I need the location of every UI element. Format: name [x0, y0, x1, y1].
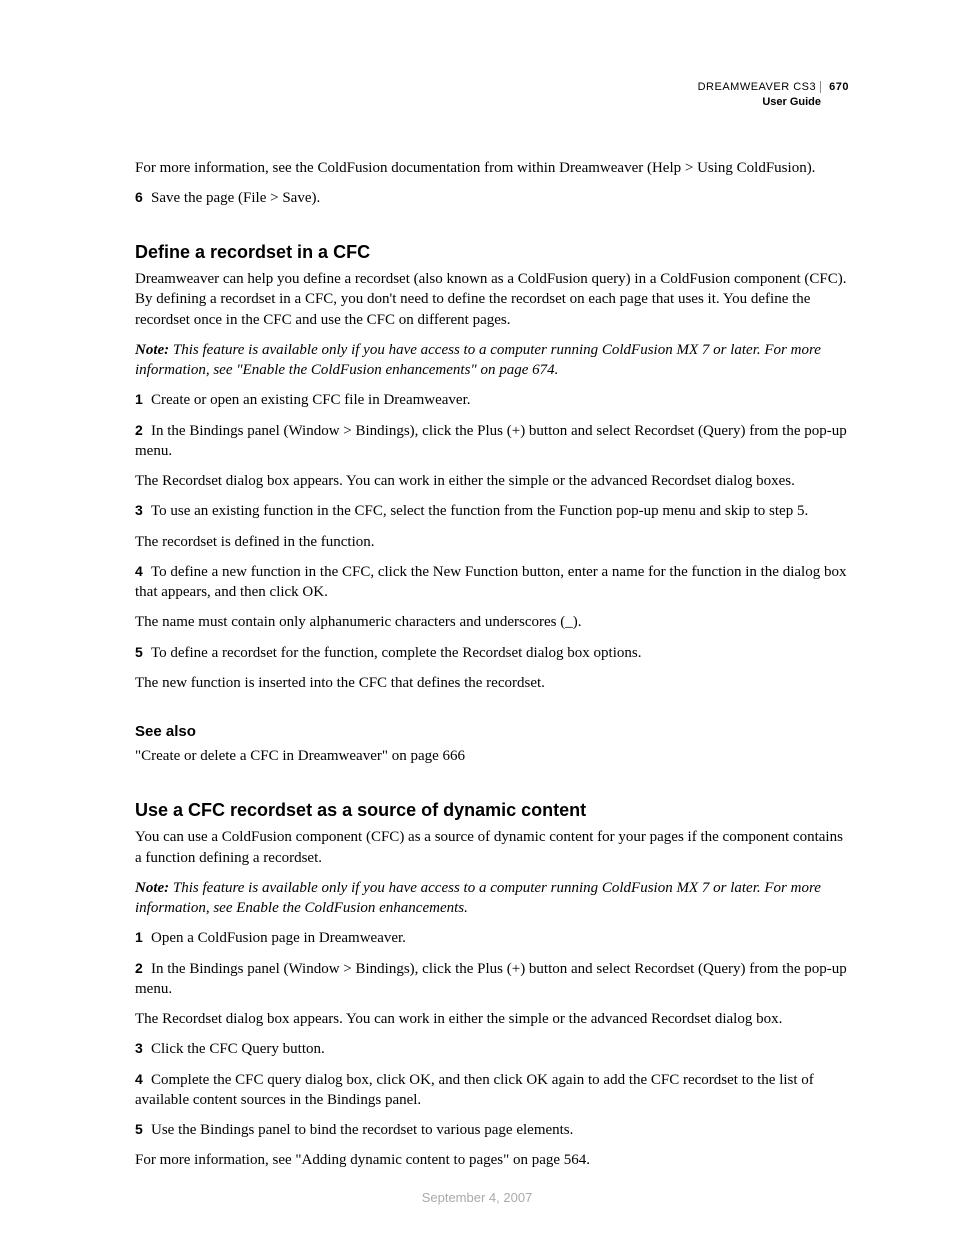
step-text: To use an existing function in the CFC, … [151, 503, 808, 519]
step-5: 5To define a recordset for the function,… [135, 643, 849, 663]
body-text: The recordset is defined in the function… [135, 532, 849, 552]
step-text: Create or open an existing CFC file in D… [151, 392, 471, 408]
step-text: Use the Bindings panel to bind the recor… [151, 1122, 573, 1138]
step-number: 3 [135, 1039, 151, 1058]
step-text: In the Bindings panel (Window > Bindings… [135, 423, 847, 459]
step-number: 1 [135, 928, 151, 947]
step-number: 2 [135, 959, 151, 978]
intro-paragraph: For more information, see the ColdFusion… [135, 158, 849, 178]
step-number: 6 [135, 188, 151, 207]
step-4: 4Complete the CFC query dialog box, clic… [135, 1070, 849, 1111]
body-text: Dreamweaver can help you define a record… [135, 269, 849, 330]
step-text: To define a recordset for the function, … [151, 645, 641, 661]
step-1: 1Open a ColdFusion page in Dreamweaver. [135, 928, 849, 948]
see-also-heading: See also [135, 723, 849, 740]
footer-date: September 4, 2007 [0, 1190, 954, 1205]
step-text: In the Bindings panel (Window > Bindings… [135, 961, 847, 997]
step-text: Open a ColdFusion page in Dreamweaver. [151, 930, 406, 946]
page-number: 670 [820, 81, 849, 93]
step-3: 3To use an existing function in the CFC,… [135, 501, 849, 521]
note-body: This feature is available only if you ha… [135, 880, 821, 916]
note-label: Note: [135, 342, 169, 358]
body-text: The new function is inserted into the CF… [135, 673, 849, 693]
step-number: 3 [135, 501, 151, 520]
body-text: You can use a ColdFusion component (CFC)… [135, 827, 849, 868]
section-heading-use-cfc-recordset: Use a CFC recordset as a source of dynam… [135, 800, 849, 821]
step-number: 5 [135, 643, 151, 662]
step-2: 2In the Bindings panel (Window > Binding… [135, 959, 849, 1000]
step-6: 6Save the page (File > Save). [135, 188, 849, 208]
note-paragraph: Note: This feature is available only if … [135, 878, 849, 919]
section-heading-define-recordset: Define a recordset in a CFC [135, 242, 849, 263]
note-body: This feature is available only if you ha… [135, 342, 821, 378]
step-3: 3Click the CFC Query button. [135, 1039, 849, 1059]
body-text: The Recordset dialog box appears. You ca… [135, 1009, 849, 1029]
product-name: DREAMWEAVER CS3 [698, 81, 817, 93]
step-text: Complete the CFC query dialog box, click… [135, 1072, 814, 1108]
body-text: For more information, see "Adding dynami… [135, 1150, 849, 1170]
step-text: To define a new function in the CFC, cli… [135, 564, 846, 600]
body-text: The name must contain only alphanumeric … [135, 612, 849, 632]
step-number: 5 [135, 1120, 151, 1139]
page-header: DREAMWEAVER CS3670 User Guide [135, 80, 849, 110]
note-label: Note: [135, 880, 169, 896]
step-number: 4 [135, 1070, 151, 1089]
step-2: 2In the Bindings panel (Window > Binding… [135, 421, 849, 462]
header-subtitle: User Guide [135, 95, 849, 110]
step-text: Click the CFC Query button. [151, 1041, 325, 1057]
step-number: 1 [135, 390, 151, 409]
body-text: The Recordset dialog box appears. You ca… [135, 471, 849, 491]
see-also-link: "Create or delete a CFC in Dreamweaver" … [135, 746, 849, 766]
page-content: DREAMWEAVER CS3670 User Guide For more i… [0, 0, 954, 1171]
step-number: 2 [135, 421, 151, 440]
header-line-1: DREAMWEAVER CS3670 [135, 80, 849, 95]
step-text: Save the page (File > Save). [151, 190, 320, 206]
note-paragraph: Note: This feature is available only if … [135, 340, 849, 381]
step-4: 4To define a new function in the CFC, cl… [135, 562, 849, 603]
step-number: 4 [135, 562, 151, 581]
step-1: 1Create or open an existing CFC file in … [135, 390, 849, 410]
step-5: 5Use the Bindings panel to bind the reco… [135, 1120, 849, 1140]
